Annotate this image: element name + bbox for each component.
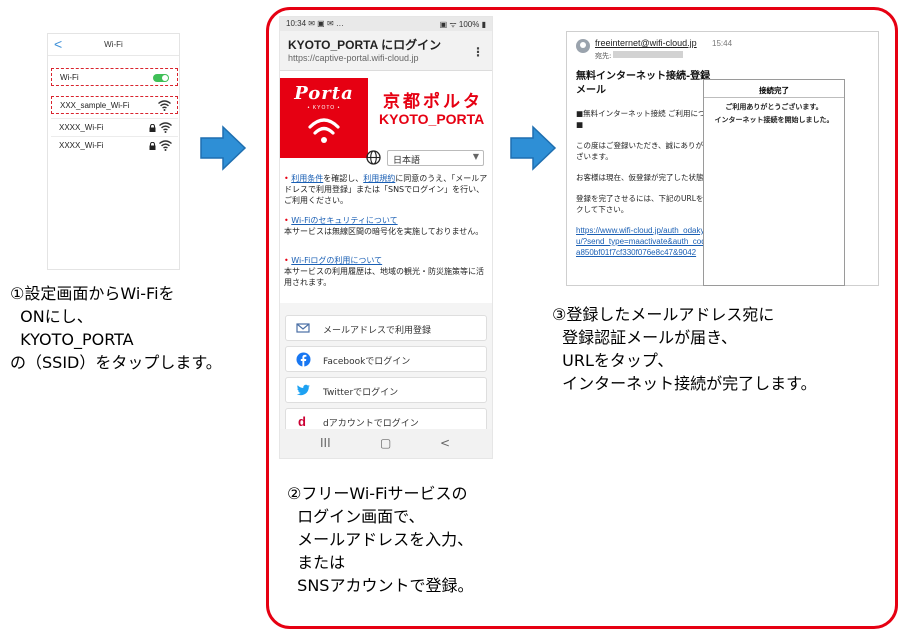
terms-notice: • 利用条件を確認し、利用規約に同意のうえ、「メールアドレスで利用登録」または「…	[284, 174, 488, 205]
network-ssid: XXXX_Wi-Fi	[59, 141, 104, 150]
wifi-signal-icon	[159, 122, 172, 133]
porta-logo-text: Porta	[294, 83, 354, 104]
chevron-down-icon: ▼	[472, 152, 479, 161]
rules-link[interactable]: 利用規約	[363, 174, 395, 183]
wifi-logo-icon	[308, 118, 340, 143]
dialog-message-connected: インターネット接続を開始しました。	[714, 116, 834, 124]
email-to-redacted	[613, 51, 683, 58]
email-register-button[interactable]: メールアドレスで利用登録	[285, 315, 487, 341]
more-menu-icon[interactable]: ⋮	[472, 45, 484, 59]
email-time: 15:44	[712, 39, 733, 48]
step2-caption: ②フリーWi-Fiサービスの ログイン画面で、 メールアドレスを入力、 または …	[287, 484, 474, 595]
email-register-label: メールアドレスで利用登録	[323, 326, 432, 336]
mail-icon	[296, 323, 310, 333]
dialog-message-thanks: ご利用ありがとうございます。	[725, 103, 823, 111]
home-icon[interactable]: ▢	[380, 436, 391, 450]
browser-url[interactable]: https://captive-portal.wifi-cloud.jp	[288, 53, 419, 63]
status-bar: 10:34 ✉ ▣ ✉ … ▣ ᯤ 100% ▮	[280, 17, 492, 31]
globe-icon	[366, 150, 381, 165]
wifi-settings-title: Wi-Fi	[104, 40, 123, 49]
facebook-icon	[296, 352, 311, 367]
security-notice: • Wi-Fiのセキュリティについて 本サービスは無線区間の暗号化を実施しており…	[284, 216, 484, 236]
email-to-label: 宛先:	[595, 52, 612, 60]
twitter-icon	[296, 384, 310, 396]
security-text: 本サービスは無線区間の暗号化を実施しておりません。	[284, 227, 484, 236]
log-text: 本サービスの利用履歴は、地域の観光・防災施策等に活用されます。	[284, 267, 484, 287]
connection-complete-dialog: 接続完了 ご利用ありがとうございます。 インターネット接続を開始しました。	[703, 79, 845, 286]
email-sender[interactable]: freeinternet@wifi-cloud.jp	[595, 38, 697, 48]
log-link[interactable]: Wi-Fiログの利用について	[291, 256, 382, 265]
terms-text: を確認し、	[323, 174, 364, 183]
language-value: 日本語	[393, 156, 421, 166]
language-select[interactable]: 日本語 ▼	[387, 150, 484, 166]
back-icon[interactable]: <	[440, 436, 450, 450]
svg-text:d: d	[298, 414, 306, 428]
wifi-toggle-switch[interactable]	[153, 74, 169, 82]
log-notice: • Wi-Fiログの利用について 本サービスの利用履歴は、地域の観光・防災施策等…	[284, 256, 484, 287]
facebook-login-button[interactable]: Facebookでログイン	[285, 346, 487, 372]
wifi-settings-header: < Wi-Fi	[48, 34, 179, 56]
right-arrow-icon	[200, 125, 247, 171]
twitter-login-label: Twitterでログイン	[323, 388, 399, 398]
wifi-network-row[interactable]: XXXX_Wi-Fi	[51, 136, 178, 154]
android-nav-bar: III ▢ <	[280, 429, 492, 458]
right-arrow-icon	[510, 125, 557, 171]
facebook-login-label: Facebookでログイン	[323, 357, 411, 367]
wifi-toggle-row[interactable]: Wi-Fi	[51, 68, 178, 86]
terms-link[interactable]: 利用条件	[291, 174, 323, 183]
login-options: メールアドレスで利用登録 Facebookでログイン Twitterでログイン …	[280, 303, 492, 434]
step3-caption: ③登録したメールアドレス宛に 登録認証メールが届き、 URLをタップ、 インター…	[552, 305, 817, 393]
twitter-login-button[interactable]: Twitterでログイン	[285, 377, 487, 403]
status-indicators: ▣ ᯤ 100% ▮	[439, 20, 486, 29]
wifi-signal-icon	[159, 140, 172, 151]
avatar-icon	[576, 39, 590, 53]
browser-bar: KYOTO_PORTA にログイン https://captive-portal…	[280, 31, 492, 71]
wifi-toggle-label: Wi-Fi	[60, 73, 79, 82]
porta-logo-subtext: • KYOTO •	[307, 105, 341, 111]
d-account-login-label: dアカウントでログイン	[323, 419, 419, 429]
wifi-network-row[interactable]: XXXX_Wi-Fi	[51, 118, 178, 136]
wifi-network-row[interactable]: XXX_sample_Wi-Fi	[51, 96, 178, 114]
d-account-icon: d	[298, 414, 306, 428]
security-link[interactable]: Wi-Fiのセキュリティについて	[291, 216, 397, 225]
wifi-signal-icon	[158, 100, 171, 111]
brand-name-english: KYOTO_PORTA	[379, 111, 485, 127]
wifi-settings-screenshot: < Wi-Fi Wi-Fi XXX_sample_Wi-Fi XXXX_Wi-F…	[47, 33, 180, 270]
browser-page-title: KYOTO_PORTA にログイン	[288, 38, 442, 52]
porta-logo: Porta • KYOTO •	[280, 78, 368, 158]
network-ssid: XXXX_Wi-Fi	[59, 123, 104, 132]
network-ssid: XXX_sample_Wi-Fi	[60, 101, 130, 110]
dialog-title: 接続完了	[704, 80, 844, 98]
lock-icon	[149, 142, 156, 150]
captive-portal-screenshot: 10:34 ✉ ▣ ✉ … ▣ ᯤ 100% ▮ KYOTO_PORTA にログ…	[280, 17, 492, 458]
recent-apps-icon[interactable]: III	[320, 436, 331, 450]
lock-icon	[149, 124, 156, 132]
status-time: 10:34 ✉ ▣ ✉ …	[286, 19, 344, 28]
brand-name-japanese: 京都ポルタ	[383, 92, 483, 112]
step1-caption: ①設定画面からWi-Fiを ONにし、 KYOTO_PORTA の（SSID）を…	[10, 284, 222, 372]
